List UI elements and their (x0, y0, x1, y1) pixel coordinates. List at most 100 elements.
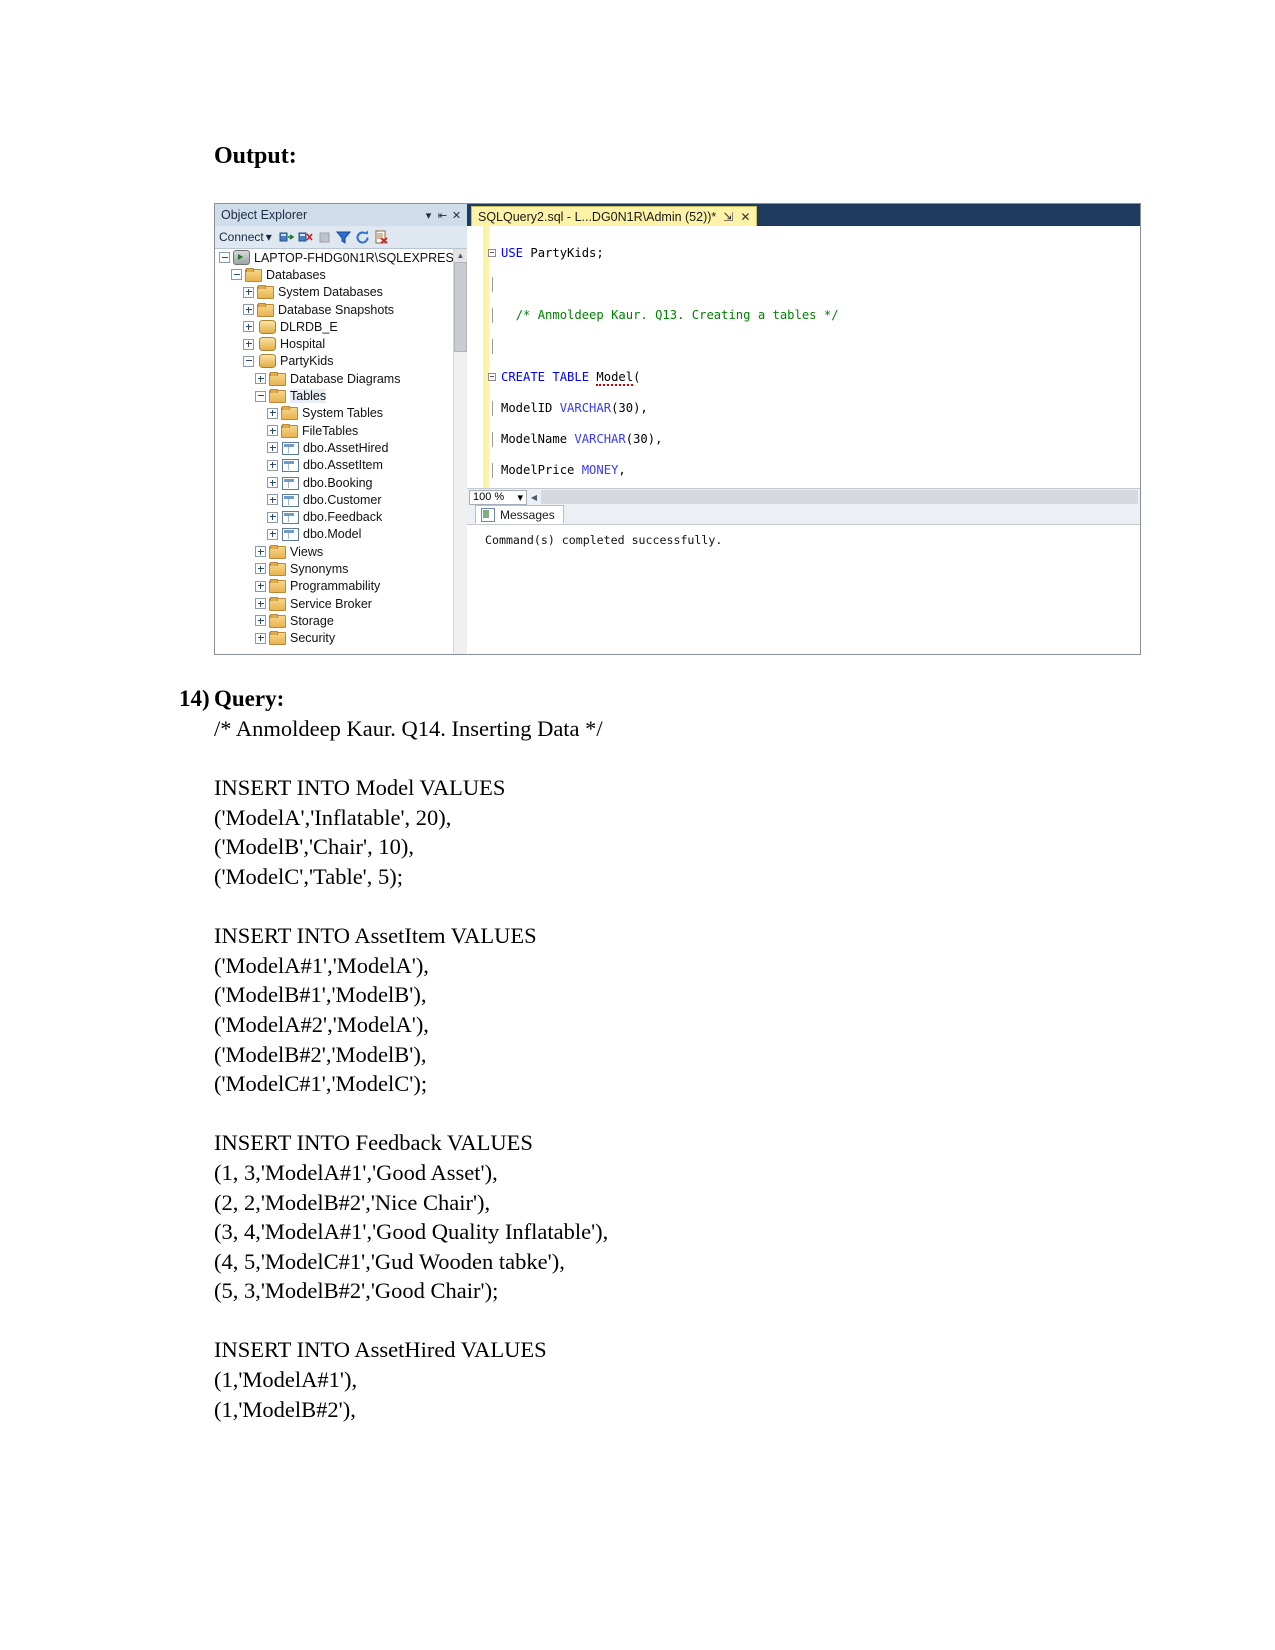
tree-node-label: FileTables (302, 423, 359, 438)
messages-output-text: Command(s) completed successfully. (485, 533, 723, 547)
page-title: Output: (214, 143, 297, 169)
scrollbar-thumb[interactable] (454, 262, 467, 352)
expand-icon[interactable] (255, 563, 266, 575)
collapse-icon[interactable] (219, 252, 230, 264)
tree-node[interactable]: LAPTOP-FHDG0N1R\SQLEXPRESS ( (215, 249, 467, 266)
refresh-icon[interactable] (354, 229, 371, 246)
scroll-left-icon[interactable]: ◀ (527, 493, 541, 502)
table-icon (282, 476, 299, 490)
pin-icon[interactable]: ⇲ (723, 211, 733, 223)
expand-icon[interactable] (267, 528, 278, 540)
results-tab-strip: Messages (467, 505, 1140, 525)
fold-icon[interactable] (488, 248, 496, 257)
tree-node-label: PartyKids (280, 354, 334, 369)
expand-icon[interactable] (243, 321, 254, 333)
tab-messages[interactable]: Messages (475, 505, 564, 524)
tree-node[interactable]: Programmability (215, 578, 467, 595)
expand-icon[interactable] (243, 304, 254, 316)
tree-node[interactable]: Database Diagrams (215, 370, 467, 387)
expand-icon[interactable] (255, 615, 266, 627)
query-code-text: /* Anmoldeep Kaur. Q14. Inserting Data *… (214, 716, 609, 1422)
ssms-screenshot: Object Explorer ▾ ⇤ ✕ Connect ▾ LAPTOP-F… (214, 203, 1141, 655)
tree-node-label: System Databases (278, 285, 383, 300)
pin-icon[interactable]: ⇤ (436, 209, 449, 222)
tree-node[interactable]: Service Broker (215, 595, 467, 612)
tree-node-label: Programmability (290, 579, 381, 594)
tree-node-label: dbo.AssetItem (303, 458, 383, 473)
tree-node[interactable]: dbo.AssetItem (215, 457, 467, 474)
expand-icon[interactable] (255, 632, 266, 644)
document-tab-strip: SQLQuery2.sql - L...DG0N1R\Admin (52))* … (467, 204, 1140, 226)
expand-icon[interactable] (267, 494, 278, 506)
folder-icon (281, 406, 298, 421)
disconnect-object-explorer-icon[interactable] (297, 229, 314, 246)
expand-icon[interactable] (255, 373, 266, 385)
folder-icon (281, 423, 298, 438)
results-pane: Messages Command(s) completed successful… (467, 505, 1140, 654)
expand-icon[interactable] (243, 286, 254, 298)
tree-node[interactable]: dbo.Feedback (215, 508, 467, 525)
tree-node[interactable]: dbo.Booking (215, 474, 467, 491)
tree-node-label: Tables (290, 389, 327, 404)
zoom-level-select[interactable]: 100 % ▾ (469, 489, 527, 505)
filter-icon[interactable] (335, 229, 352, 246)
tree-node-label: System Tables (302, 406, 384, 421)
chevron-down-icon[interactable]: ▾ (422, 209, 435, 222)
tree-node-label: Databases (266, 267, 326, 282)
scroll-up-icon[interactable]: ▲ (454, 249, 467, 262)
object-explorer-header: Object Explorer ▾ ⇤ ✕ (215, 204, 467, 226)
collapse-icon[interactable] (255, 390, 266, 402)
tree-node[interactable]: System Tables (215, 405, 467, 422)
tree-node[interactable]: Database Snapshots (215, 301, 467, 318)
object-explorer-tree[interactable]: LAPTOP-FHDG0N1R\SQLEXPRESS (Databases Sys… (215, 249, 467, 654)
chevron-down-icon: ▾ (517, 491, 523, 504)
expand-icon[interactable] (255, 580, 266, 592)
close-icon[interactable]: ✕ (740, 211, 750, 223)
close-icon[interactable]: ✕ (450, 209, 463, 222)
object-explorer-scrollbar[interactable]: ▲ (453, 249, 467, 654)
expand-icon[interactable] (267, 511, 278, 523)
fold-icon[interactable] (488, 372, 496, 381)
expand-icon[interactable] (267, 407, 278, 419)
messages-icon (481, 507, 495, 522)
tree-node[interactable]: Views (215, 543, 467, 560)
tree-node[interactable]: FileTables (215, 422, 467, 439)
expand-icon[interactable] (267, 477, 278, 488)
tree-node-label: Views (290, 544, 324, 559)
script-icon[interactable] (373, 229, 390, 246)
folder-icon (269, 596, 286, 611)
sql-code-editor[interactable]: USE PartyKids; /* Anmoldeep Kaur. Q13. C… (467, 226, 1140, 488)
expand-icon[interactable] (255, 598, 266, 610)
tree-node-label: dbo.Model (303, 527, 362, 542)
editor-region: SQLQuery2.sql - L...DG0N1R\Admin (52))* … (467, 204, 1140, 654)
tree-node[interactable]: Security (215, 630, 467, 647)
tree-node[interactable]: dbo.AssetHired (215, 439, 467, 456)
database-icon (259, 337, 276, 352)
tree-node[interactable]: System Databases (215, 284, 467, 301)
tree-node[interactable]: Hospital (215, 335, 467, 352)
expand-icon[interactable] (267, 425, 278, 437)
folder-icon (269, 544, 286, 559)
tree-node[interactable]: DLRDB_E (215, 318, 467, 335)
connect-object-explorer-icon[interactable] (278, 229, 295, 246)
expand-icon[interactable] (243, 338, 254, 350)
expand-icon[interactable] (267, 442, 278, 454)
table-icon (282, 528, 299, 542)
tree-node[interactable]: Databases (215, 266, 467, 283)
tree-node[interactable]: PartyKids (215, 353, 467, 370)
tree-node-label: Storage (290, 613, 334, 628)
tree-node[interactable]: Tables (215, 387, 467, 404)
collapse-icon[interactable] (243, 355, 254, 367)
tree-node[interactable]: dbo.Customer (215, 491, 467, 508)
expand-icon[interactable] (255, 546, 266, 558)
expand-icon[interactable] (267, 459, 278, 471)
tree-node[interactable]: Storage (215, 612, 467, 629)
tree-node-label: dbo.AssetHired (303, 440, 389, 455)
database-icon (259, 354, 276, 369)
horizontal-scrollbar[interactable] (541, 490, 1138, 504)
tree-node[interactable]: Synonyms (215, 560, 467, 577)
connect-button[interactable]: Connect ▾ (219, 230, 277, 244)
tab-sqlquery2[interactable]: SQLQuery2.sql - L...DG0N1R\Admin (52))* … (471, 206, 758, 226)
tree-node[interactable]: dbo.Model (215, 526, 467, 543)
collapse-icon[interactable] (231, 269, 242, 281)
